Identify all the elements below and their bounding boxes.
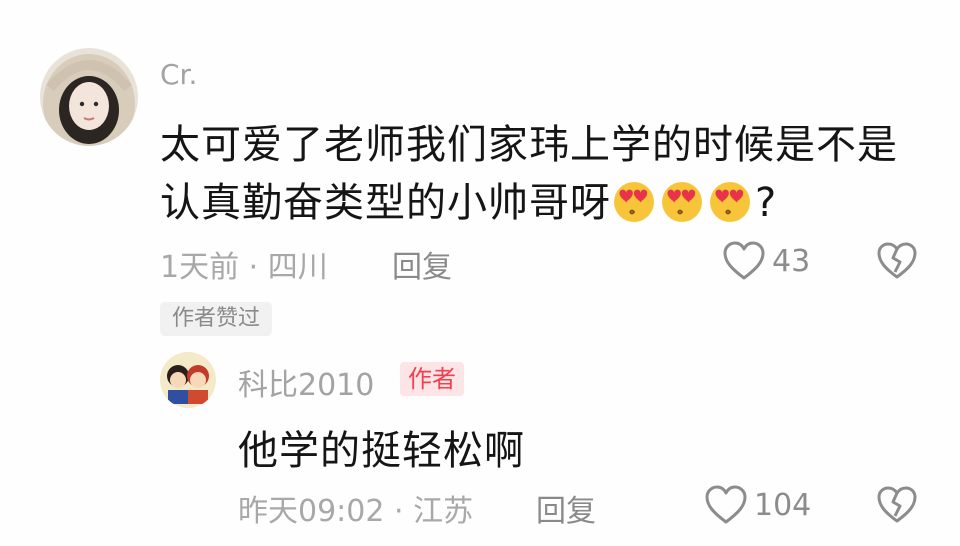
- reply-like-count: 104: [754, 487, 812, 523]
- avatar-image: [40, 48, 138, 146]
- avatar[interactable]: [40, 48, 138, 146]
- comment-text-line-1: 太可爱了老师我们家玮上学的时候是不是: [160, 122, 898, 168]
- heart-outline-icon: [705, 485, 747, 524]
- comment-text-line-2-body: 认真勤奋类型的小帅哥呀: [160, 180, 611, 226]
- reply-meta: 昨天09:02 · 江苏: [238, 494, 474, 529]
- reply-dislike-button[interactable]: [876, 486, 918, 524]
- author-liked-badge: 作者赞过: [160, 302, 273, 336]
- reply-avatar-image: [160, 352, 216, 408]
- comment-like-button[interactable]: 43: [722, 238, 810, 284]
- comment-text-tail: ?: [755, 180, 778, 226]
- comment-thread: Cr. 太可爱了老师我们家玮上学的时候是不是 认真勤奋类型的小帅哥呀 ? 1天前…: [0, 0, 960, 546]
- heart-eyes-emoji: [710, 182, 750, 222]
- heart-eyes-emoji: [614, 182, 654, 222]
- reply-like-button[interactable]: 104: [704, 482, 811, 528]
- comment-like-count: 43: [772, 243, 811, 279]
- author-badge: 作者: [400, 362, 464, 396]
- reply-text: 他学的挺轻松啊: [238, 428, 525, 474]
- reply-reply-button[interactable]: 回复: [536, 486, 596, 530]
- heart-eyes-emoji: [662, 182, 702, 222]
- comment-username[interactable]: Cr.: [160, 58, 197, 91]
- broken-heart-icon: [877, 486, 917, 523]
- comment-text-line-2: 认真勤奋类型的小帅哥呀 ?: [160, 170, 777, 228]
- comment-meta: 1天前 · 四川: [160, 250, 328, 285]
- reply-username[interactable]: 科比2010: [238, 360, 374, 404]
- comment-dislike-button[interactable]: [876, 242, 918, 280]
- broken-heart-icon: [877, 242, 917, 279]
- reply-avatar[interactable]: [160, 352, 216, 408]
- heart-outline-icon: [723, 241, 765, 280]
- comment-reply-button[interactable]: 回复: [392, 242, 452, 286]
